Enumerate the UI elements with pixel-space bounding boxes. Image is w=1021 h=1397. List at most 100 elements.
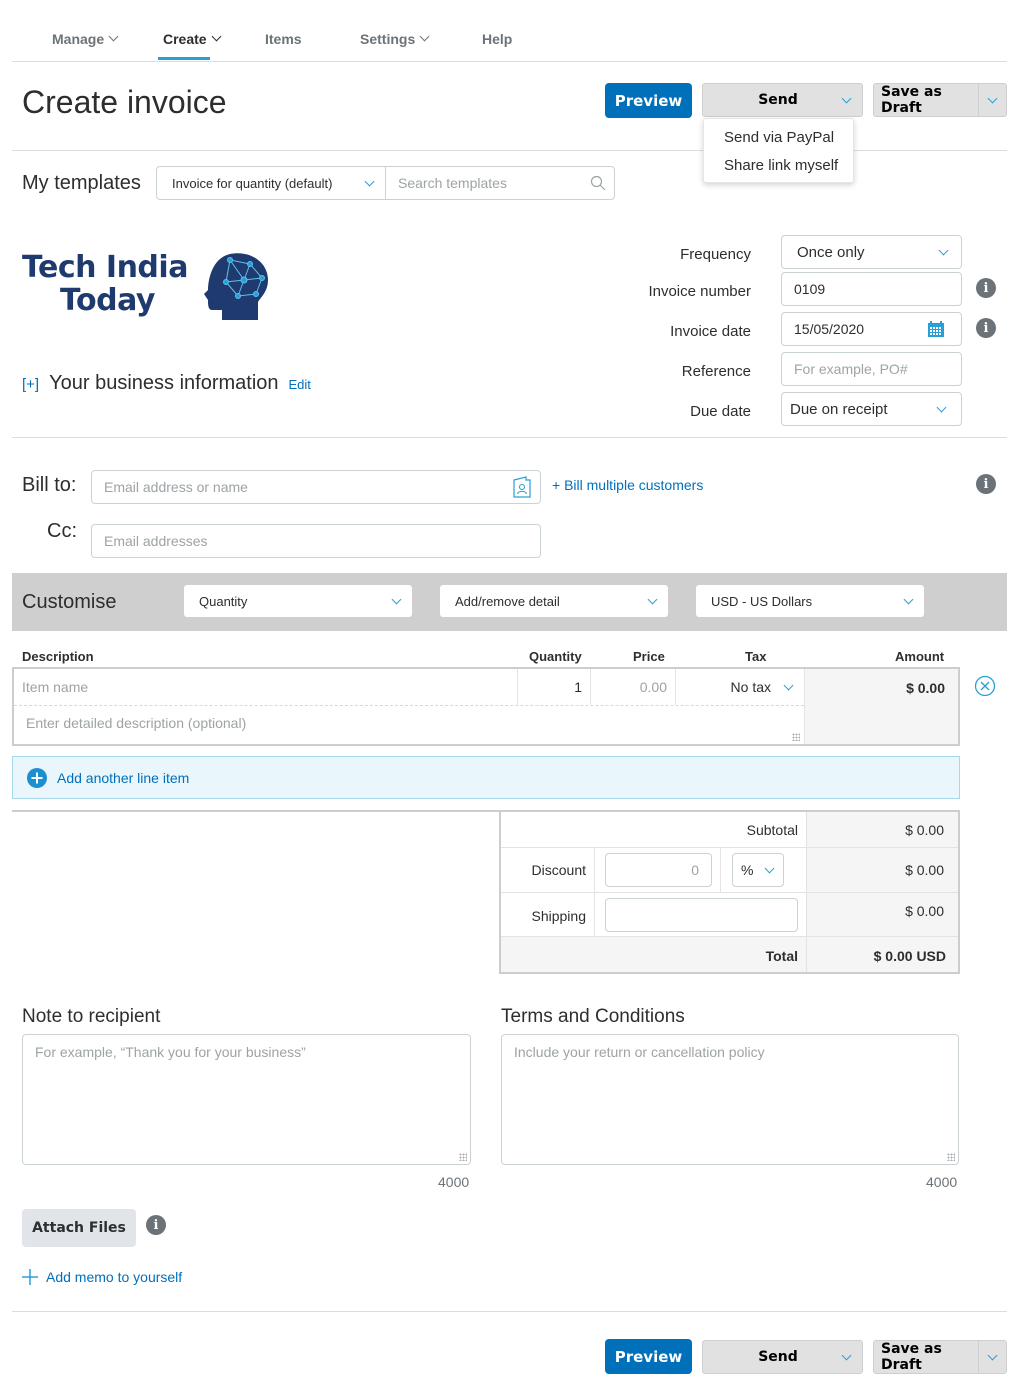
chevron-down-icon (764, 863, 775, 873)
nav-create[interactable]: Create (163, 31, 222, 47)
bill-to-label: Bill to: (22, 474, 77, 496)
chevron-down-icon (364, 176, 375, 186)
customise-label: Customise (22, 591, 117, 613)
info-icon[interactable]: i (146, 1215, 166, 1235)
terms-title: Terms and Conditions (501, 1006, 685, 1027)
chevron-down-icon (936, 402, 947, 412)
item-name-input[interactable]: Item name (14, 669, 517, 705)
chevron-down-icon[interactable] (987, 93, 998, 103)
reference-label: Reference (681, 363, 751, 380)
due-date-select[interactable]: Due on receipt (781, 392, 962, 426)
note-char-counter: 4000 (438, 1174, 470, 1190)
share-link-option[interactable]: Share link myself (724, 157, 838, 174)
total-value: $ 0.00 USD (873, 948, 946, 964)
line-amount: $ 0.00 (805, 669, 958, 744)
discount-input[interactable]: 0 (605, 853, 712, 887)
chevron-down-icon (391, 594, 402, 604)
calendar-icon[interactable] (927, 320, 945, 338)
bill-multiple-customers-link[interactable]: + Bill multiple customers (552, 477, 703, 493)
info-icon[interactable]: i (976, 318, 996, 338)
divider (12, 150, 1007, 151)
business-logo: Tech India Today (22, 250, 272, 325)
column-header-amount: Amount (895, 649, 945, 664)
note-title: Note to recipient (22, 1006, 161, 1027)
remove-line-item-icon[interactable] (974, 675, 996, 697)
chevron-down-icon (419, 31, 430, 42)
shipping-label: Shipping (531, 908, 587, 924)
nav-items[interactable]: Items (265, 31, 302, 47)
info-icon[interactable]: i (976, 278, 996, 298)
quantity-input[interactable]: 1 (518, 669, 590, 705)
discount-value: $ 0.00 (905, 862, 944, 878)
divider (12, 1311, 1007, 1312)
note-textarea[interactable]: For example, “Thank you for your busines… (22, 1034, 471, 1165)
bill-to-input[interactable]: Email address or name (91, 470, 541, 504)
send-via-paypal-option[interactable]: Send via PayPal (724, 129, 834, 146)
nav-manage[interactable]: Manage (52, 31, 119, 47)
edit-business-link[interactable]: Edit (289, 377, 311, 392)
footer-preview-button[interactable]: Preview (605, 1339, 692, 1374)
divider (12, 437, 1007, 438)
shipping-value: $ 0.00 (905, 903, 944, 919)
discount-label: Discount (531, 862, 586, 878)
column-header-description: Description (22, 649, 94, 664)
nav-settings[interactable]: Settings (360, 31, 430, 47)
send-dropdown-menu: Send via PayPal Share link myself (703, 118, 854, 183)
reference-input[interactable]: For example, PO# (781, 352, 962, 386)
chevron-down-icon[interactable] (987, 1350, 998, 1360)
currency-select[interactable]: USD - US Dollars (696, 585, 924, 617)
resize-handle[interactable] (947, 1153, 955, 1161)
terms-char-counter: 4000 (926, 1174, 958, 1190)
info-icon[interactable]: i (976, 474, 996, 494)
shipping-input[interactable] (605, 898, 798, 932)
resize-handle[interactable] (459, 1153, 467, 1161)
column-header-tax: Tax (745, 649, 767, 664)
subtotal-value: $ 0.00 (905, 822, 944, 838)
plus-circle-icon (27, 767, 47, 788)
template-select[interactable]: Invoice for quantity (default) (156, 166, 386, 200)
footer-send-button[interactable]: Send (702, 1340, 863, 1374)
business-info-title: Your business information (49, 372, 279, 394)
terms-textarea[interactable]: Include your return or cancellation poli… (501, 1034, 959, 1165)
footer-save-draft-button[interactable]: Save as Draft (873, 1340, 1007, 1374)
chevron-down-icon (783, 680, 794, 690)
invoice-number-input[interactable]: 0109 (781, 272, 962, 306)
quantity-select[interactable]: Quantity (184, 585, 412, 617)
plus-icon (22, 1269, 38, 1285)
divider (12, 61, 1007, 62)
chevron-down-icon (841, 1350, 852, 1360)
line-item-row: Item name 1 0.00 No tax Enter detailed d… (12, 667, 960, 746)
resize-handle[interactable] (792, 733, 800, 741)
cc-input[interactable]: Email addresses (91, 524, 541, 558)
contact-book-icon[interactable] (512, 475, 532, 499)
add-memo-link[interactable]: Add memo to yourself (22, 1269, 182, 1285)
due-date-label: Due date (690, 403, 751, 420)
price-input[interactable]: 0.00 (591, 669, 675, 705)
discount-type-select[interactable]: % (732, 853, 784, 887)
add-remove-detail-select[interactable]: Add/remove detail (440, 585, 668, 617)
invoice-date-input[interactable]: 15/05/2020 (781, 312, 962, 346)
chevron-down-icon (211, 31, 222, 42)
attach-files-button[interactable]: Attach Files (22, 1209, 136, 1247)
save-draft-button[interactable]: Save as Draft (873, 83, 1007, 117)
column-header-price: Price (633, 649, 665, 664)
frequency-label: Frequency (680, 246, 751, 263)
nav-help[interactable]: Help (482, 31, 512, 47)
item-description-input[interactable]: Enter detailed description (optional) (14, 706, 804, 744)
invoice-number-label: Invoice number (648, 283, 751, 300)
add-line-item-button[interactable]: Add another line item (12, 756, 960, 799)
chevron-down-icon (903, 594, 914, 604)
expand-business-button[interactable]: [+] (22, 376, 39, 393)
page-title: Create invoice (22, 84, 227, 120)
totals-table: Subtotal $ 0.00 Discount 0 % $ 0.00 Ship… (499, 810, 960, 974)
search-templates-input[interactable]: Search templates (385, 166, 615, 200)
business-info-row: [+] Your business information Edit (22, 372, 311, 395)
tax-select[interactable]: No tax (676, 669, 804, 705)
chevron-down-icon (647, 594, 658, 604)
cc-label: Cc: (47, 520, 77, 542)
send-button[interactable]: Send (702, 83, 863, 117)
search-icon (590, 175, 606, 191)
frequency-select[interactable]: Once only (781, 235, 962, 269)
preview-button[interactable]: Preview (605, 83, 692, 118)
templates-label: My templates (22, 172, 141, 194)
